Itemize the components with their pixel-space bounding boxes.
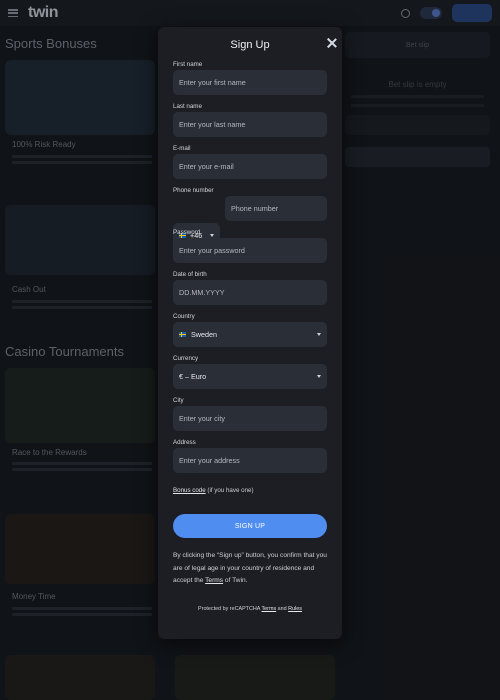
- address-label: Address: [173, 439, 196, 446]
- address-input[interactable]: [173, 448, 327, 473]
- city-label: City: [173, 397, 184, 404]
- currency-select[interactable]: € – Euro: [173, 364, 327, 389]
- signup-button[interactable]: SIGN UP: [173, 514, 327, 538]
- recaptcha-terms-link[interactable]: Terms: [261, 606, 276, 612]
- chevron-down-icon: [317, 375, 321, 378]
- recaptcha-notice: Protected by reCAPTCHA Terms and Rules: [158, 606, 342, 612]
- password-input[interactable]: [173, 238, 327, 263]
- password-label: Password: [173, 229, 201, 236]
- legal-disclaimer: By clicking the “Sign up” button, you co…: [173, 550, 333, 588]
- bonus-code-row: Bonus code (if you have one): [173, 487, 254, 494]
- last-name-input[interactable]: [173, 112, 327, 137]
- terms-link[interactable]: Terms: [205, 577, 223, 584]
- country-select[interactable]: Sweden: [173, 322, 327, 347]
- sweden-flag-icon: [179, 332, 186, 337]
- first-name-input[interactable]: [173, 70, 327, 95]
- close-icon[interactable]: [326, 37, 338, 49]
- country-value: Sweden: [191, 330, 217, 339]
- last-name-label: Last name: [173, 103, 202, 110]
- phone-label: Phone number: [173, 187, 214, 194]
- disclaimer-text-end: of Twin.: [223, 577, 248, 585]
- currency-label: Currency: [173, 355, 199, 362]
- first-name-label: First name: [173, 61, 203, 68]
- email-label: E-mail: [173, 145, 191, 152]
- chevron-down-icon: [317, 333, 321, 336]
- signup-modal: Sign Up First name Last name E-mail Phon…: [158, 27, 342, 639]
- bonus-code-link[interactable]: Bonus code: [173, 487, 206, 494]
- recaptcha-text: Protected by reCAPTCHA: [198, 606, 262, 612]
- disclaimer-text: By clicking the “Sign up” button, you co…: [173, 552, 327, 585]
- city-input[interactable]: [173, 406, 327, 431]
- modal-title: Sign Up: [230, 39, 270, 51]
- dob-input[interactable]: [173, 280, 327, 305]
- chevron-down-icon: [210, 234, 214, 237]
- email-input[interactable]: [173, 154, 327, 179]
- recaptcha-and-text: and: [276, 606, 289, 612]
- recaptcha-rules-link[interactable]: Rules: [288, 606, 302, 612]
- currency-value: € – Euro: [179, 372, 207, 381]
- dob-label: Date of birth: [173, 271, 207, 278]
- country-label: Country: [173, 313, 195, 320]
- bonus-code-hint: (if you have one): [207, 487, 254, 494]
- phone-number-input[interactable]: [225, 196, 327, 221]
